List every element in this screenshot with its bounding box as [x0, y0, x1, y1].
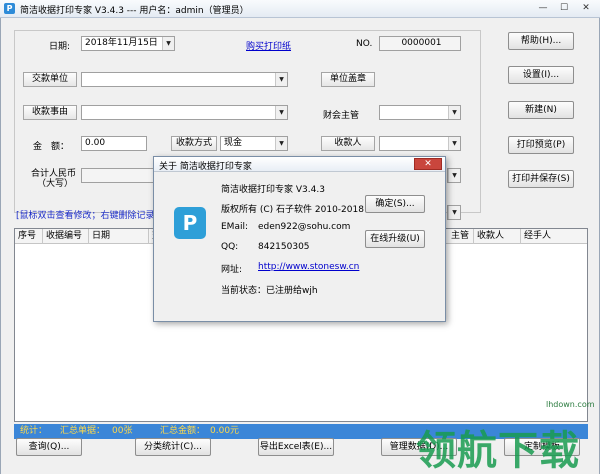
chevron-down-icon: ▼ — [448, 106, 460, 119]
payer-button[interactable]: 交款单位 — [23, 72, 77, 87]
about-dialog: 关于 简洁收据打印专家 ✕ P 简洁收据打印专家 V3.4.3 版权所有 (C)… — [153, 156, 446, 322]
col-header[interactable]: 日期 — [89, 229, 149, 244]
close-button[interactable]: ✕ — [577, 2, 595, 15]
stats-label: 统计： — [20, 426, 48, 436]
app-logo-icon: P — [174, 207, 206, 239]
copyright-text: 版权所有 (C) 石子软件 2010-2018 — [221, 205, 364, 215]
chevron-down-icon: ▼ — [275, 137, 287, 150]
finance-combo[interactable]: ▼ — [379, 105, 461, 120]
site-link[interactable]: http://www.stonesw.cn — [258, 262, 359, 272]
print-preview-button[interactable]: 打印预览(P) — [508, 136, 574, 154]
chevron-down-icon: ▼ — [275, 106, 287, 119]
col-header[interactable]: 主管 — [448, 229, 474, 244]
pay-method-combo[interactable]: 现金 ▼ — [220, 136, 288, 151]
total-rmb-sublabel: （大写） — [37, 179, 74, 189]
usage-hint: [鼠标双击查看修改；右键删除记录 — [16, 211, 155, 221]
total-rmb-field — [81, 168, 154, 183]
watermark-logo: 领航下载 — [416, 427, 580, 474]
export-excel-button[interactable]: 导出Excel表(E)... — [258, 438, 334, 456]
new-button[interactable]: 新建(N) — [508, 101, 574, 119]
amount-label: 金 额： — [33, 142, 70, 152]
unit-seal-button[interactable]: 单位盖章 — [321, 72, 375, 87]
date-value: 2018年11月15日 — [85, 38, 158, 48]
dialog-title: 关于 简洁收据打印专家 — [159, 162, 252, 172]
dialog-close-button[interactable]: ✕ — [414, 158, 442, 170]
receipt-number-field[interactable]: 0000001 — [379, 36, 461, 51]
print-save-button[interactable]: 打印并保存(S) — [508, 170, 574, 188]
reason-button[interactable]: 收款事由 — [23, 105, 77, 120]
window-title: 简洁收据打印专家 V3.4.3 --- 用户名：admin（管理员） — [20, 6, 249, 16]
handler-combo[interactable]: ▼ — [447, 168, 461, 183]
online-upgrade-button[interactable]: 在线升级(U) — [365, 230, 425, 248]
watermark-url: lhdown.com — [546, 400, 595, 409]
sum-label: 汇总金额： — [160, 426, 206, 436]
pay-method-value: 现金 — [224, 138, 243, 148]
chevron-down-icon: ▼ — [162, 37, 174, 50]
date-label: 日期: — [49, 42, 71, 52]
chevron-down-icon: ▼ — [448, 169, 460, 182]
payee-button[interactable]: 收款人 — [321, 136, 375, 151]
count-value: 00张 — [112, 426, 133, 436]
product-name: 简洁收据打印专家 V3.4.3 — [221, 185, 325, 195]
dialog-title-bar: 关于 简洁收据打印专家 ✕ — [154, 157, 445, 172]
payer-combo[interactable]: ▼ — [81, 72, 288, 87]
no-label: NO. — [356, 39, 373, 49]
email-label: EMail: — [221, 222, 248, 232]
col-header[interactable]: 经手人 — [521, 229, 587, 244]
finance-label: 财会主管 — [323, 111, 360, 121]
qq-label: QQ: — [221, 242, 239, 252]
maximize-button[interactable]: ☐ — [555, 2, 573, 15]
app-icon: P — [4, 3, 15, 14]
amount-field[interactable]: 0.00 — [81, 136, 147, 151]
chevron-down-icon: ▼ — [448, 137, 460, 150]
chevron-down-icon: ▼ — [275, 73, 287, 86]
payee-combo[interactable]: ▼ — [379, 136, 461, 151]
site-label: 网址: — [221, 265, 243, 275]
col-header[interactable]: 收款人 — [474, 229, 521, 244]
category-stats-button[interactable]: 分类统计(C)... — [135, 438, 211, 456]
query-button[interactable]: 查询(Q)... — [16, 438, 82, 456]
date-picker[interactable]: 2018年11月15日 ▼ — [81, 36, 175, 51]
filter-combo[interactable]: ▼ — [447, 205, 461, 220]
count-label: 汇总单据： — [60, 426, 106, 436]
email-value: eden922@sohu.com — [258, 222, 351, 232]
reason-combo[interactable]: ▼ — [81, 105, 288, 120]
help-button[interactable]: 帮助(H)... — [508, 32, 574, 50]
qq-value: 842150305 — [258, 242, 310, 252]
settings-button[interactable]: 设置(I)... — [508, 66, 574, 84]
col-header[interactable]: 收据编号 — [43, 229, 89, 244]
ok-button[interactable]: 确定(S)... — [365, 195, 425, 213]
chevron-down-icon: ▼ — [448, 206, 460, 219]
col-header[interactable]: 序号 — [15, 229, 43, 244]
buy-paper-link[interactable]: 购买打印纸 — [246, 39, 291, 52]
sum-value: 0.00元 — [210, 426, 240, 436]
pay-method-button[interactable]: 收款方式 — [171, 136, 217, 151]
registration-status: 当前状态：已注册给wjh — [221, 286, 318, 296]
title-bar: P 简洁收据打印专家 V3.4.3 --- 用户名：admin（管理员） — ☐… — [0, 0, 600, 18]
minimize-button[interactable]: — — [534, 2, 552, 15]
